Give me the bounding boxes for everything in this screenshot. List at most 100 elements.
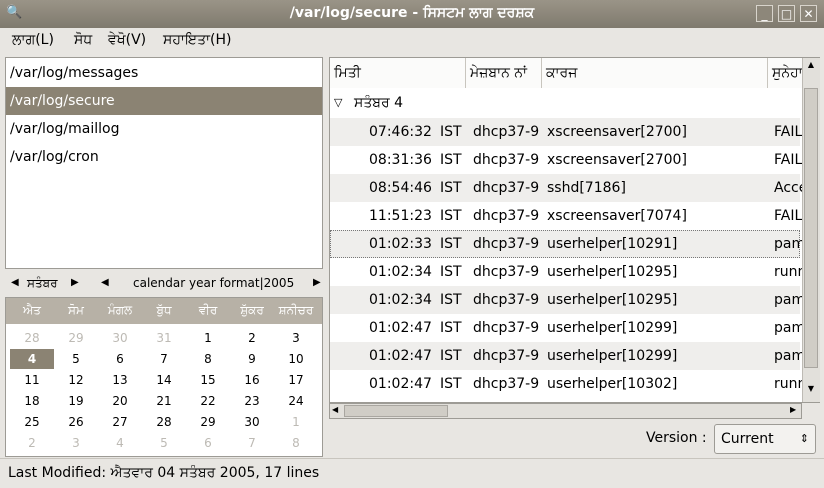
calendar-day[interactable]: 27 xyxy=(98,412,142,432)
log-entry-row[interactable]: 01:02:34 IST dhcp37-9 userhelper[10295] pam_… xyxy=(330,286,804,314)
entry-process: userhelper[10291] xyxy=(547,236,678,252)
calendar-day[interactable]: 14 xyxy=(142,370,186,390)
calendar-day[interactable]: 8 xyxy=(274,433,318,453)
calendar-day[interactable]: 7 xyxy=(230,433,274,453)
next-year-arrow-icon[interactable]: ▶ xyxy=(313,277,321,288)
horizontal-scroll-thumb[interactable] xyxy=(344,405,448,417)
log-entry-row[interactable]: 01:02:47 IST dhcp37-9 userhelper[10299] pam_… xyxy=(330,314,804,342)
log-entry-row[interactable]: 11:51:23 IST dhcp37-9 xscreensaver[7074] FAI… xyxy=(330,202,804,230)
entry-time: 08:31:36 xyxy=(369,152,432,168)
entry-hostname: dhcp37-9 xyxy=(473,292,540,308)
calendar-day[interactable]: 18 xyxy=(10,391,54,411)
calendar: ਐਤ ਸੋਮ ਮੰਗਲ ਬੁੱਧ ਵੀਰ ਸ਼ੁੱਕਰ ਸ਼ਨੀਚਰ 28 29 3… xyxy=(5,297,323,457)
calendar-day[interactable]: 3 xyxy=(54,433,98,453)
entry-process: userhelper[10295] xyxy=(547,264,678,280)
entry-time: 01:02:47 xyxy=(369,320,432,336)
calendar-day[interactable]: 1 xyxy=(186,328,230,348)
calendar-day[interactable]: 12 xyxy=(54,370,98,390)
calendar-day[interactable]: 17 xyxy=(274,370,318,390)
calendar-day[interactable]: 30 xyxy=(98,328,142,348)
entry-timezone: IST xyxy=(440,292,462,308)
prev-year-arrow-icon[interactable]: ◀ xyxy=(101,277,109,288)
calendar-day[interactable]: 2 xyxy=(10,433,54,453)
column-header-hostname[interactable]: ਮੇਜ਼ਬਾਨ ਨਾਂ xyxy=(466,58,542,88)
calendar-day[interactable]: 28 xyxy=(142,412,186,432)
date-group-row[interactable]: ▽ ਸਤੰਬਰ 4 xyxy=(330,88,800,118)
version-combo[interactable]: Current ⇕ xyxy=(714,424,816,454)
calendar-day[interactable]: 4 xyxy=(98,433,142,453)
calendar-day[interactable]: 22 xyxy=(186,391,230,411)
menu-help[interactable]: ਸਹਾਇਤਾ(H) xyxy=(163,32,232,48)
calendar-day-selected[interactable]: 4 xyxy=(10,349,54,369)
calendar-day[interactable]: 3 xyxy=(274,328,318,348)
scroll-up-arrow-icon[interactable]: ▲ xyxy=(805,60,817,74)
calendar-day[interactable]: 1 xyxy=(274,412,318,432)
calendar-day[interactable]: 23 xyxy=(230,391,274,411)
calendar-day[interactable]: 6 xyxy=(98,349,142,369)
entry-message: pam_timestamp xyxy=(774,236,804,252)
scroll-left-arrow-icon[interactable]: ◀ xyxy=(332,405,338,414)
log-entry-row[interactable]: 07:46:32 IST dhcp37-9 xscreensaver[2700] FAI… xyxy=(330,118,804,146)
weekday-label: ਸ਼ੁੱਕਰ xyxy=(240,303,264,317)
expander-down-icon[interactable]: ▽ xyxy=(334,88,342,118)
entry-time: 01:02:47 xyxy=(369,348,432,364)
calendar-day[interactable]: 15 xyxy=(186,370,230,390)
log-entry-row[interactable]: 08:31:36 IST dhcp37-9 xscreensaver[2700] FAI… xyxy=(330,146,804,174)
menu-log[interactable]: ਲਾਗ(L) xyxy=(12,32,54,48)
weekday-label: ਮੰਗਲ xyxy=(107,303,133,317)
column-header-process[interactable]: ਕਾਰਜ xyxy=(542,58,768,88)
prev-month-arrow-icon[interactable]: ◀ xyxy=(11,277,19,288)
calendar-day[interactable]: 31 xyxy=(142,328,186,348)
calendar-day[interactable]: 19 xyxy=(54,391,98,411)
calendar-day[interactable]: 24 xyxy=(274,391,318,411)
calendar-day[interactable]: 20 xyxy=(98,391,142,411)
entry-time: 07:46:32 xyxy=(369,124,432,140)
log-entry-row[interactable]: 01:02:33 IST dhcp37-9 userhelper[10291] pam_… xyxy=(330,230,804,258)
version-label: Version : xyxy=(646,430,707,446)
scroll-right-arrow-icon[interactable]: ▶ xyxy=(790,405,796,414)
calendar-day[interactable]: 11 xyxy=(10,370,54,390)
log-list-item[interactable]: /var/log/messages xyxy=(6,59,322,87)
maximize-button[interactable]: □ xyxy=(778,5,795,22)
vertical-scrollbar[interactable]: ▲ ▼ xyxy=(802,58,820,402)
log-entry-row[interactable]: 08:54:46 IST dhcp37-9 sshd[7186] Accepted xyxy=(330,174,804,202)
weekday-label: ਸੋਮ xyxy=(68,303,84,317)
calendar-day[interactable]: 2 xyxy=(230,328,274,348)
calendar-day[interactable]: 29 xyxy=(186,412,230,432)
calendar-day[interactable]: 5 xyxy=(142,433,186,453)
calendar-day[interactable]: 13 xyxy=(98,370,142,390)
menu-view[interactable]: ਵੇਖੋ(V) xyxy=(108,32,146,48)
calendar-day[interactable]: 8 xyxy=(186,349,230,369)
entry-process: xscreensaver[2700] xyxy=(547,124,687,140)
weekday-label: ਐਤ xyxy=(23,303,41,317)
horizontal-scrollbar[interactable]: ◀ ▶ xyxy=(329,403,802,419)
entry-timezone: IST xyxy=(440,180,462,196)
calendar-day[interactable]: 28 xyxy=(10,328,54,348)
log-entry-row[interactable]: 01:02:47 IST dhcp37-9 userhelper[10302] runn… xyxy=(330,370,804,398)
calendar-day[interactable]: 16 xyxy=(230,370,274,390)
log-list-item[interactable]: /var/log/cron xyxy=(6,143,322,171)
log-list-item-selected[interactable]: /var/log/secure xyxy=(6,87,322,115)
vertical-scroll-thumb[interactable] xyxy=(804,88,818,368)
entry-hostname: dhcp37-9 xyxy=(473,264,540,280)
close-button[interactable]: ✕ xyxy=(800,5,817,22)
calendar-day[interactable]: 21 xyxy=(142,391,186,411)
calendar-day[interactable]: 6 xyxy=(186,433,230,453)
calendar-day[interactable]: 5 xyxy=(54,349,98,369)
calendar-day[interactable]: 9 xyxy=(230,349,274,369)
next-month-arrow-icon[interactable]: ▶ xyxy=(71,277,79,288)
calendar-day[interactable]: 25 xyxy=(10,412,54,432)
calendar-day[interactable]: 29 xyxy=(54,328,98,348)
menu-edit[interactable]: ਸੋਧ xyxy=(74,32,92,48)
log-list-item[interactable]: /var/log/maillog xyxy=(6,115,322,143)
entry-message: pam_timestamp xyxy=(774,292,804,308)
calendar-day[interactable]: 10 xyxy=(274,349,318,369)
minimize-button[interactable]: _ xyxy=(756,5,773,22)
calendar-day[interactable]: 7 xyxy=(142,349,186,369)
scroll-down-arrow-icon[interactable]: ▼ xyxy=(805,384,817,398)
calendar-day[interactable]: 30 xyxy=(230,412,274,432)
log-entry-row[interactable]: 01:02:47 IST dhcp37-9 userhelper[10299] pam_… xyxy=(330,342,804,370)
calendar-day[interactable]: 26 xyxy=(54,412,98,432)
log-entry-row[interactable]: 01:02:34 IST dhcp37-9 userhelper[10295] runn… xyxy=(330,258,804,286)
column-header-date[interactable]: ਮਿਤੀ xyxy=(330,58,466,88)
